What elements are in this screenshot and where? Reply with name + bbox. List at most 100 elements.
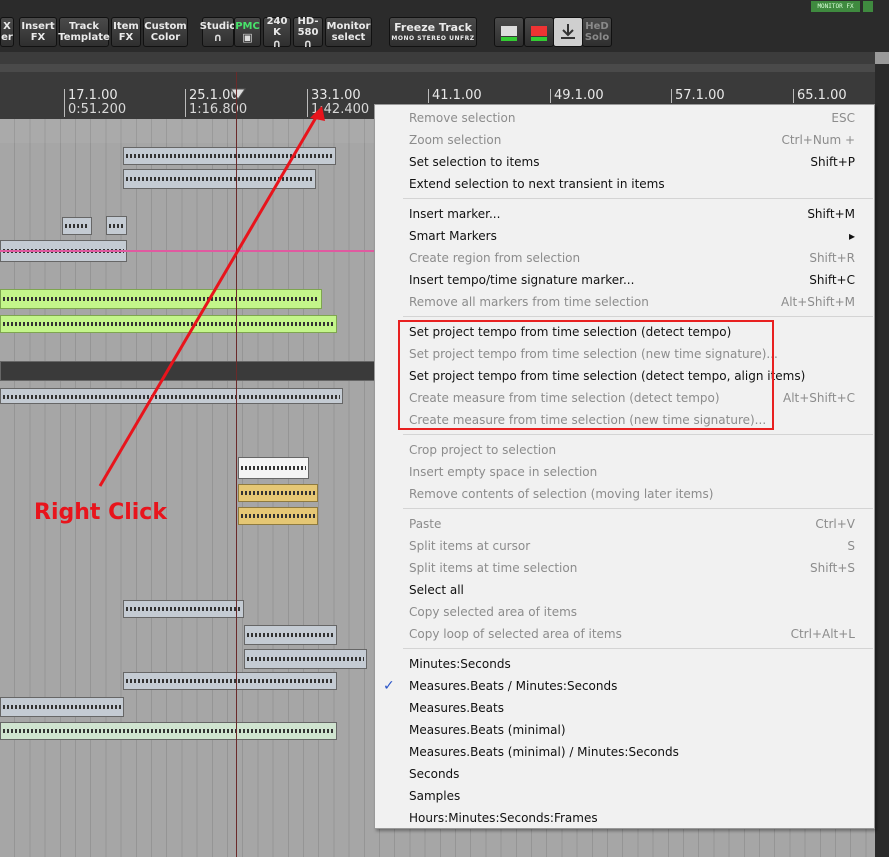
media-item[interactable] xyxy=(0,388,343,404)
partial-button-label-2: er xyxy=(1,32,13,43)
custom-color-label: Custom xyxy=(144,21,187,32)
media-item[interactable] xyxy=(123,169,316,189)
headphones-icon: ∩ xyxy=(272,36,282,50)
hd580-monitor-button[interactable]: HD-580 ∩ xyxy=(293,15,323,50)
media-item[interactable] xyxy=(238,484,318,502)
item-fx-sublabel: FX xyxy=(118,32,134,43)
media-item[interactable] xyxy=(0,722,337,740)
menu-item-create-region[interactable]: Create region from selection Shift+R xyxy=(375,247,874,269)
monitor-select-button[interactable]: Monitor select xyxy=(325,17,372,47)
media-item[interactable] xyxy=(0,697,124,717)
media-item[interactable] xyxy=(238,507,318,525)
headphones-icon: ∩ xyxy=(303,36,313,50)
menu-item-set-selection-to-items[interactable]: Set selection to items Shift+P xyxy=(375,151,874,173)
menu-item-zoom-selection[interactable]: Zoom selection Ctrl+Num + xyxy=(375,129,874,151)
menu-item-remove-selection[interactable]: Remove selection ESC xyxy=(375,107,874,129)
main-toolbar: X er Insert FX Track Template Item FX Cu… xyxy=(0,0,889,52)
hd580-label: HD-580 xyxy=(297,15,319,38)
menu-item-crop-project[interactable]: Crop project to selection xyxy=(375,439,874,461)
headphones-icon: ∩ xyxy=(213,31,223,44)
menu-item-insert-marker[interactable]: Insert marker... Shift+M xyxy=(375,203,874,225)
menu-item-extend-selection-transient[interactable]: Extend selection to next transient in it… xyxy=(375,173,874,195)
ruler-bar-label: 41.1.00 xyxy=(432,88,482,103)
menu-item-smart-markers[interactable]: Smart Markers ▸ xyxy=(375,225,874,247)
insert-fx-label: Insert xyxy=(21,21,55,32)
highlight-box xyxy=(398,320,774,430)
menu-item-insert-empty-space[interactable]: Insert empty space in selection xyxy=(375,461,874,483)
menu-item-measures-beats-minimal[interactable]: Measures.Beats (minimal) xyxy=(375,719,874,741)
studio-monitor-button[interactable]: Studio ∩ xyxy=(200,17,236,47)
ruler-mark: 41.1.00 xyxy=(428,89,482,103)
item-fx-button[interactable]: Item FX xyxy=(111,17,141,47)
ruler-mark: 17.1.00 0:51.200 xyxy=(64,89,126,117)
menu-separator xyxy=(403,508,873,509)
menu-item-measures-beats-minutes[interactable]: ✓ Measures.Beats / Minutes:Seconds xyxy=(375,675,874,697)
menu-item-minutes-seconds[interactable]: Minutes:Seconds xyxy=(375,653,874,675)
automation-envelope-line[interactable] xyxy=(0,250,375,252)
red-folder-icon xyxy=(531,26,547,41)
menu-item-hmsf[interactable]: Hours:Minutes:Seconds:Frames xyxy=(375,807,874,829)
media-item[interactable] xyxy=(0,289,322,309)
media-item[interactable] xyxy=(123,147,336,165)
folder-icon xyxy=(501,26,517,41)
custom-color-button[interactable]: Custom Color xyxy=(143,17,188,47)
ruler-bar-label: 17.1.00 xyxy=(68,88,118,103)
item-fx-label: Item xyxy=(113,21,139,32)
custom-color-sublabel: Color xyxy=(150,32,181,43)
menu-item-select-all[interactable]: Select all xyxy=(375,579,874,601)
240k-monitor-button[interactable]: 240 K ∩ xyxy=(263,16,291,50)
right-panel-edge xyxy=(875,64,889,857)
media-item[interactable] xyxy=(244,649,367,669)
media-item[interactable] xyxy=(244,625,337,645)
menu-item-copy-loop[interactable]: Copy loop of selected area of items Ctrl+… xyxy=(375,623,874,645)
ruler-time-label: 1:42.400 xyxy=(311,102,370,117)
monitor-fx-indicator[interactable]: MONITOR FX xyxy=(811,1,860,12)
freeze-unfrz-label: UNFRZ xyxy=(449,35,475,42)
red-folder-button[interactable] xyxy=(524,17,554,47)
freeze-stereo-label: STEREO xyxy=(417,35,447,42)
partial-toolbar-button[interactable]: X er xyxy=(0,17,14,47)
monitor-select-sublabel: select xyxy=(331,32,366,43)
menu-item-remove-all-markers[interactable]: Remove all markers from time selection Al… xyxy=(375,291,874,313)
folder-routing-button[interactable] xyxy=(494,17,524,47)
menu-item-paste[interactable]: Paste Ctrl+V xyxy=(375,513,874,535)
menu-item-remove-contents[interactable]: Remove contents of selection (moving lat… xyxy=(375,483,874,505)
track-template-button[interactable]: Track Template xyxy=(58,17,110,47)
menu-item-measures-beats[interactable]: Measures.Beats xyxy=(375,697,874,719)
menu-item-seconds[interactable]: Seconds xyxy=(375,763,874,785)
pmc-monitor-button[interactable]: PMC ▣ xyxy=(234,17,261,47)
insert-fx-sublabel: FX xyxy=(30,32,46,43)
media-item[interactable] xyxy=(62,217,92,235)
solo-label: Solo xyxy=(584,32,610,43)
freeze-track-button[interactable]: Freeze Track MONO STEREO UNFRZ xyxy=(389,17,477,47)
ruler-context-menu: Remove selection ESC Zoom selection Ctrl+N… xyxy=(374,104,875,829)
ruler-bar-label: 49.1.00 xyxy=(554,88,604,103)
hed-solo-button[interactable]: HeD Solo xyxy=(582,17,612,47)
media-item[interactable] xyxy=(123,672,337,690)
playhead-marker-icon[interactable] xyxy=(230,88,246,100)
toolbar-separator xyxy=(0,52,875,64)
freeze-mono-label: MONO xyxy=(391,35,415,42)
ruler-time-label: 0:51.200 xyxy=(68,102,127,117)
media-item[interactable] xyxy=(238,457,309,479)
menu-item-samples[interactable]: Samples xyxy=(375,785,874,807)
ruler-mark: 49.1.00 xyxy=(550,89,604,103)
insert-fx-button[interactable]: Insert FX xyxy=(19,17,57,47)
checkmark-icon: ✓ xyxy=(383,678,395,694)
monitor-select-label: Monitor xyxy=(326,21,371,32)
media-item[interactable] xyxy=(123,600,244,618)
menu-item-split-at-cursor[interactable]: Split items at cursor S xyxy=(375,535,874,557)
download-button[interactable] xyxy=(553,17,583,47)
menu-item-split-at-selection[interactable]: Split items at time selection Shift+S xyxy=(375,557,874,579)
arrow-down-icon xyxy=(561,24,575,39)
ruler-mark: 57.1.00 xyxy=(671,89,725,103)
track-template-sublabel: Template xyxy=(58,32,110,43)
media-item[interactable] xyxy=(0,315,337,333)
menu-item-insert-tempo-marker[interactable]: Insert tempo/time signature marker... Shi… xyxy=(375,269,874,291)
menu-item-measures-beats-minimal-minutes[interactable]: Measures.Beats (minimal) / Minutes:Secon… xyxy=(375,741,874,763)
menu-separator xyxy=(403,316,873,317)
menu-item-copy-selected-area[interactable]: Copy selected area of items xyxy=(375,601,874,623)
monitor-fx-toggle[interactable] xyxy=(863,1,873,12)
media-item[interactable] xyxy=(0,361,375,381)
media-item[interactable] xyxy=(106,216,127,235)
